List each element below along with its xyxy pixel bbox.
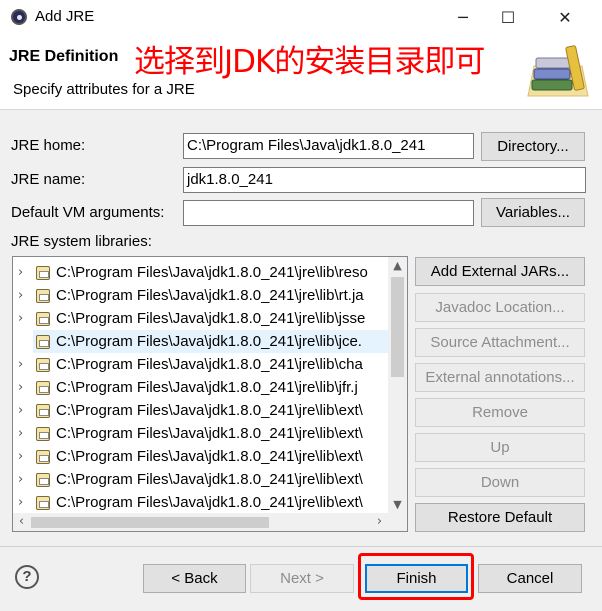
library-row[interactable]: › C:\Program Files\Java\jdk1.8.0_241\jre\…	[13, 422, 388, 445]
scroll-corner	[388, 513, 407, 531]
library-path: C:\Program Files\Java\jdk1.8.0_241\jre\l…	[56, 471, 363, 488]
restore-default-button[interactable]: Restore Default	[415, 503, 585, 532]
expand-chevron-icon[interactable]: ›	[18, 284, 30, 307]
scroll-thumb-horizontal[interactable]	[31, 517, 269, 528]
variables-button[interactable]: Variables...	[481, 198, 585, 227]
library-path: C:\Program Files\Java\jdk1.8.0_241\jre\l…	[56, 287, 364, 304]
jar-icon	[36, 289, 50, 303]
library-path: C:\Program Files\Java\jdk1.8.0_241\jre\l…	[56, 379, 358, 396]
jar-icon	[36, 312, 50, 326]
library-path: C:\Program Files\Java\jdk1.8.0_241\jre\l…	[56, 264, 368, 281]
vm-arguments-label: Default VM arguments:	[11, 204, 165, 221]
library-path: C:\Program Files\Java\jdk1.8.0_241\jre\l…	[56, 425, 363, 442]
library-row[interactable]: › C:\Program Files\Java\jdk1.8.0_241\jre\…	[13, 468, 388, 491]
source-attachment-button[interactable]: Source Attachment...	[415, 328, 585, 357]
annotation-text: 选择到JDK的安装目录即可	[134, 44, 485, 80]
expand-chevron-icon[interactable]: ›	[18, 307, 30, 330]
libraries-label: JRE system libraries:	[11, 233, 152, 250]
next-button[interactable]: Next >	[250, 564, 354, 593]
library-path: C:\Program Files\Java\jdk1.8.0_241\jre\l…	[56, 494, 363, 511]
vm-arguments-input[interactable]	[183, 200, 474, 226]
expand-chevron-icon[interactable]: ›	[18, 261, 30, 284]
external-annotations-button[interactable]: External annotations...	[415, 363, 585, 392]
vertical-scrollbar[interactable]: ▲ ▼	[388, 257, 407, 513]
library-row[interactable]: › C:\Program Files\Java\jdk1.8.0_241\jre\…	[13, 399, 388, 422]
up-button[interactable]: Up	[415, 433, 585, 462]
close-icon[interactable]: ✕	[542, 0, 588, 34]
javadoc-location-button[interactable]: Javadoc Location...	[415, 293, 585, 322]
help-icon[interactable]: ?	[15, 565, 39, 589]
remove-button[interactable]: Remove	[415, 398, 585, 427]
down-button[interactable]: Down	[415, 468, 585, 497]
jar-icon	[36, 450, 50, 464]
expand-chevron-icon[interactable]: ›	[18, 468, 30, 491]
library-path: C:\Program Files\Java\jdk1.8.0_241\jre\l…	[56, 333, 362, 350]
scroll-right-icon[interactable]: ›	[371, 513, 388, 531]
maximize-icon[interactable]: ☐	[485, 0, 531, 34]
library-row[interactable]: › C:\Program Files\Java\jdk1.8.0_241\jre\…	[13, 445, 388, 468]
wizard-header: JRE Definition 选择到JDK的安装目录即可 Specify att…	[0, 34, 602, 110]
scroll-down-icon[interactable]: ▼	[388, 496, 407, 513]
scroll-thumb[interactable]	[391, 277, 404, 377]
library-row[interactable]: › C:\Program Files\Java\jdk1.8.0_241\jre\…	[13, 261, 388, 284]
library-path: C:\Program Files\Java\jdk1.8.0_241\jre\l…	[56, 448, 363, 465]
library-path: C:\Program Files\Java\jdk1.8.0_241\jre\l…	[56, 356, 363, 373]
jar-icon	[36, 266, 50, 280]
eclipse-icon	[11, 9, 27, 25]
expand-chevron-icon[interactable]: ›	[18, 376, 30, 399]
scroll-left-icon[interactable]: ‹	[13, 513, 30, 531]
page-description: Specify attributes for a JRE	[13, 81, 195, 98]
library-row[interactable]: › C:\Program Files\Java\jdk1.8.0_241\jre\…	[13, 353, 388, 376]
expand-chevron-icon[interactable]: ›	[18, 445, 30, 468]
libraries-tree[interactable]: › C:\Program Files\Java\jdk1.8.0_241\jre\…	[12, 256, 408, 532]
minimize-icon[interactable]: ─	[440, 0, 486, 34]
library-path: C:\Program Files\Java\jdk1.8.0_241\jre\l…	[56, 310, 366, 327]
jre-name-label: JRE name:	[11, 171, 86, 188]
library-path: C:\Program Files\Java\jdk1.8.0_241\jre\l…	[56, 402, 363, 419]
jar-icon	[36, 427, 50, 441]
jre-home-input[interactable]: C:\Program Files\Java\jdk1.8.0_241	[183, 133, 474, 159]
directory-button[interactable]: Directory...	[481, 132, 585, 161]
jar-icon	[36, 358, 50, 372]
expand-chevron-icon[interactable]: ›	[18, 353, 30, 376]
jar-icon	[36, 335, 50, 349]
title-bar: Add JRE ─ ☐ ✕	[0, 0, 602, 34]
scroll-up-icon[interactable]: ▲	[388, 257, 407, 274]
back-button[interactable]: < Back	[143, 564, 246, 593]
library-row[interactable]: › C:\Program Files\Java\jdk1.8.0_241\jre\…	[13, 491, 388, 514]
library-row[interactable]: › C:\Program Files\Java\jdk1.8.0_241\jre\…	[13, 376, 388, 399]
horizontal-scrollbar[interactable]: ‹ ›	[13, 513, 388, 531]
add-external-jars-button[interactable]: Add External JARs...	[415, 257, 585, 286]
library-row[interactable]: ›C:\Program Files\Java\jdk1.8.0_241\jre\…	[33, 330, 388, 353]
page-title: JRE Definition	[9, 48, 119, 65]
jre-home-label: JRE home:	[11, 137, 86, 154]
cancel-button[interactable]: Cancel	[478, 564, 582, 593]
jar-icon	[36, 381, 50, 395]
library-row[interactable]: › C:\Program Files\Java\jdk1.8.0_241\jre\…	[13, 284, 388, 307]
library-row[interactable]: › C:\Program Files\Java\jdk1.8.0_241\jre\…	[13, 307, 388, 330]
expand-chevron-icon[interactable]: ›	[18, 491, 30, 514]
jar-icon	[36, 473, 50, 487]
finish-highlight-box	[358, 553, 474, 600]
footer-separator	[0, 546, 602, 547]
expand-chevron-icon[interactable]: ›	[18, 422, 30, 445]
window-title: Add JRE	[35, 8, 95, 25]
jar-icon	[36, 496, 50, 510]
books-jre-icon	[520, 36, 596, 104]
jre-name-input[interactable]: jdk1.8.0_241	[183, 167, 586, 193]
jar-icon	[36, 404, 50, 418]
expand-chevron-icon[interactable]: ›	[18, 399, 30, 422]
